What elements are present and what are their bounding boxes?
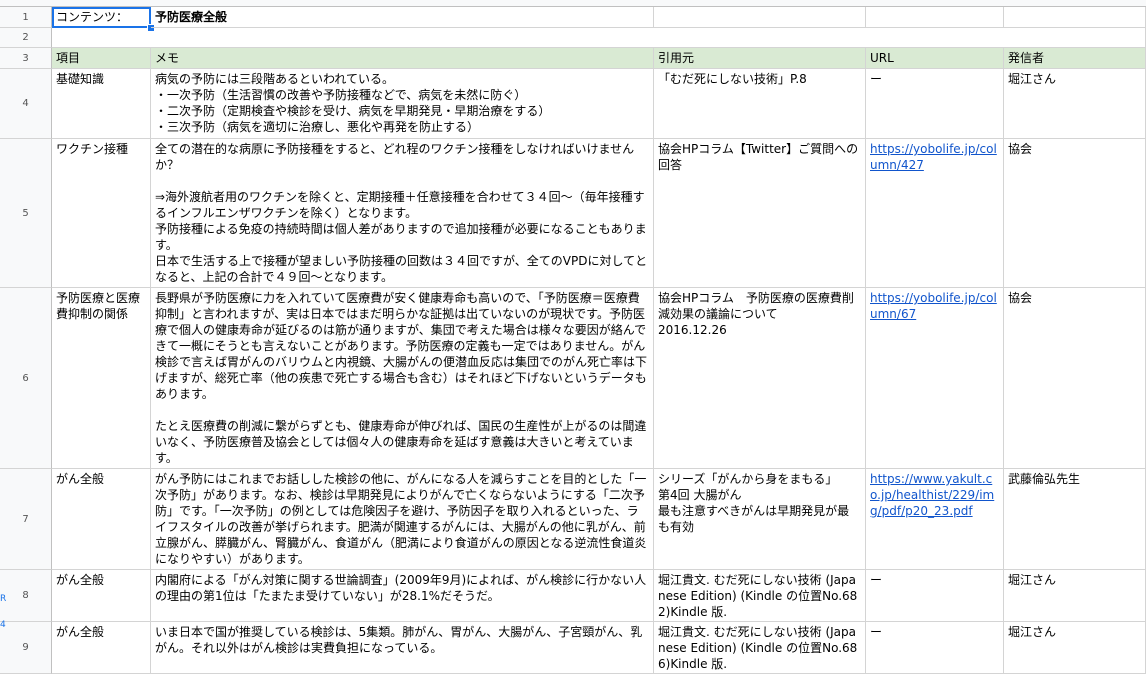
cell-author[interactable]: 武藤倫弘先生	[1004, 469, 1146, 570]
cell-item[interactable]: がん全般	[52, 469, 151, 570]
cell-item[interactable]: がん全般	[52, 570, 151, 622]
cell-author[interactable]: 堀江さん	[1004, 69, 1146, 139]
cell-memo[interactable]: 長野県が予防医療に力を入れていて医療費が安く健康寿命も高いので、「予防医療＝医療…	[151, 288, 654, 469]
row-number[interactable]: 2	[0, 28, 52, 48]
cell-item[interactable]: 基礎知識	[52, 69, 151, 139]
cell-author[interactable]: 堀江さん	[1004, 570, 1146, 622]
cell-item[interactable]: 予防医療と医療費抑制の関係	[52, 288, 151, 469]
cell-source[interactable]: 協会HPコラム【Twitter】ご質問への回答	[654, 139, 866, 288]
cell-item[interactable]: がん全般	[52, 622, 151, 674]
url-link[interactable]: https://yobolife.jp/column/67	[870, 291, 997, 321]
row-number[interactable]: 1	[0, 7, 52, 28]
cell-author[interactable]: 堀江さん	[1004, 622, 1146, 674]
column-header-strip	[0, 0, 1146, 7]
cell-memo[interactable]: 病気の予防には三段階あるといわれている。 ・一次予防（生活習慣の改善や予防接種な…	[151, 69, 654, 139]
cell-url[interactable]: https://www.yakult.co.jp/healthist/229/i…	[866, 469, 1004, 570]
cell-memo[interactable]: いま日本で国が推奨している検診は、5集類。肺がん、胃がん、大腸がん、子宮頸がん、…	[151, 622, 654, 674]
header-url[interactable]: URL	[866, 48, 1004, 69]
row-number[interactable]: 6	[0, 288, 52, 469]
url-link[interactable]: https://yobolife.jp/column/427	[870, 142, 997, 172]
url-link[interactable]: https://www.yakult.co.jp/healthist/229/i…	[870, 472, 994, 518]
cell-url[interactable]: https://yobolife.jp/column/427	[866, 139, 1004, 288]
empty-cell[interactable]	[654, 7, 866, 28]
content-label-cell[interactable]: コンテンツ：	[52, 7, 151, 28]
cell-url[interactable]: https://yobolife.jp/column/67	[866, 288, 1004, 469]
cell-author[interactable]: 協会	[1004, 139, 1146, 288]
cell-item[interactable]: ワクチン接種	[52, 139, 151, 288]
cell-source[interactable]: 「むだ死にしない技術」P.8	[654, 69, 866, 139]
content-value-cell[interactable]: 予防医療全般	[151, 7, 654, 28]
cell-author[interactable]: 協会	[1004, 288, 1146, 469]
cell-memo[interactable]: 内閣府による「がん対策に関する世論調査」(2009年9月)によれば、がん検診に行…	[151, 570, 654, 622]
header-item[interactable]: 項目	[52, 48, 151, 69]
empty-cell[interactable]	[1004, 7, 1146, 28]
row-number[interactable]: 9	[0, 622, 52, 674]
cell-source[interactable]: シリーズ「がんから身をまもる」 第4回 大腸がん 最も注意すべきがんは早期発見が…	[654, 469, 866, 570]
edge-glyph: 4	[0, 620, 6, 630]
edge-glyph: R	[0, 594, 7, 604]
row-number[interactable]: 5	[0, 139, 52, 288]
empty-cell[interactable]	[52, 28, 1146, 48]
row-number[interactable]: 3	[0, 48, 52, 69]
cell-source[interactable]: 堀江貴文. むだ死にしない技術 (Japanese Edition) (Kind…	[654, 622, 866, 674]
cell-source[interactable]: 協会HPコラム 予防医療の医療費削減効果の議論について 2016.12.26	[654, 288, 866, 469]
cell-url[interactable]: ー	[866, 622, 1004, 674]
header-memo[interactable]: メモ	[151, 48, 654, 69]
cell-url[interactable]: ー	[866, 570, 1004, 622]
header-author[interactable]: 発信者	[1004, 48, 1146, 69]
cell-memo[interactable]: がん予防にはこれまでお話しした検診の他に、がんになる人を減らすことを目的とした「…	[151, 469, 654, 570]
header-source[interactable]: 引用元	[654, 48, 866, 69]
cell-url[interactable]: ー	[866, 69, 1004, 139]
row-number[interactable]: 7	[0, 469, 52, 570]
row-number[interactable]: 8	[0, 570, 52, 622]
row-number[interactable]: 4	[0, 69, 52, 139]
cell-source[interactable]: 堀江貴文. むだ死にしない技術 (Japanese Edition) (Kind…	[654, 570, 866, 622]
cell-memo[interactable]: 全ての潜在的な病原に予防接種をすると、どれ程のワクチン接種をしなければいけません…	[151, 139, 654, 288]
empty-cell[interactable]	[866, 7, 1004, 28]
